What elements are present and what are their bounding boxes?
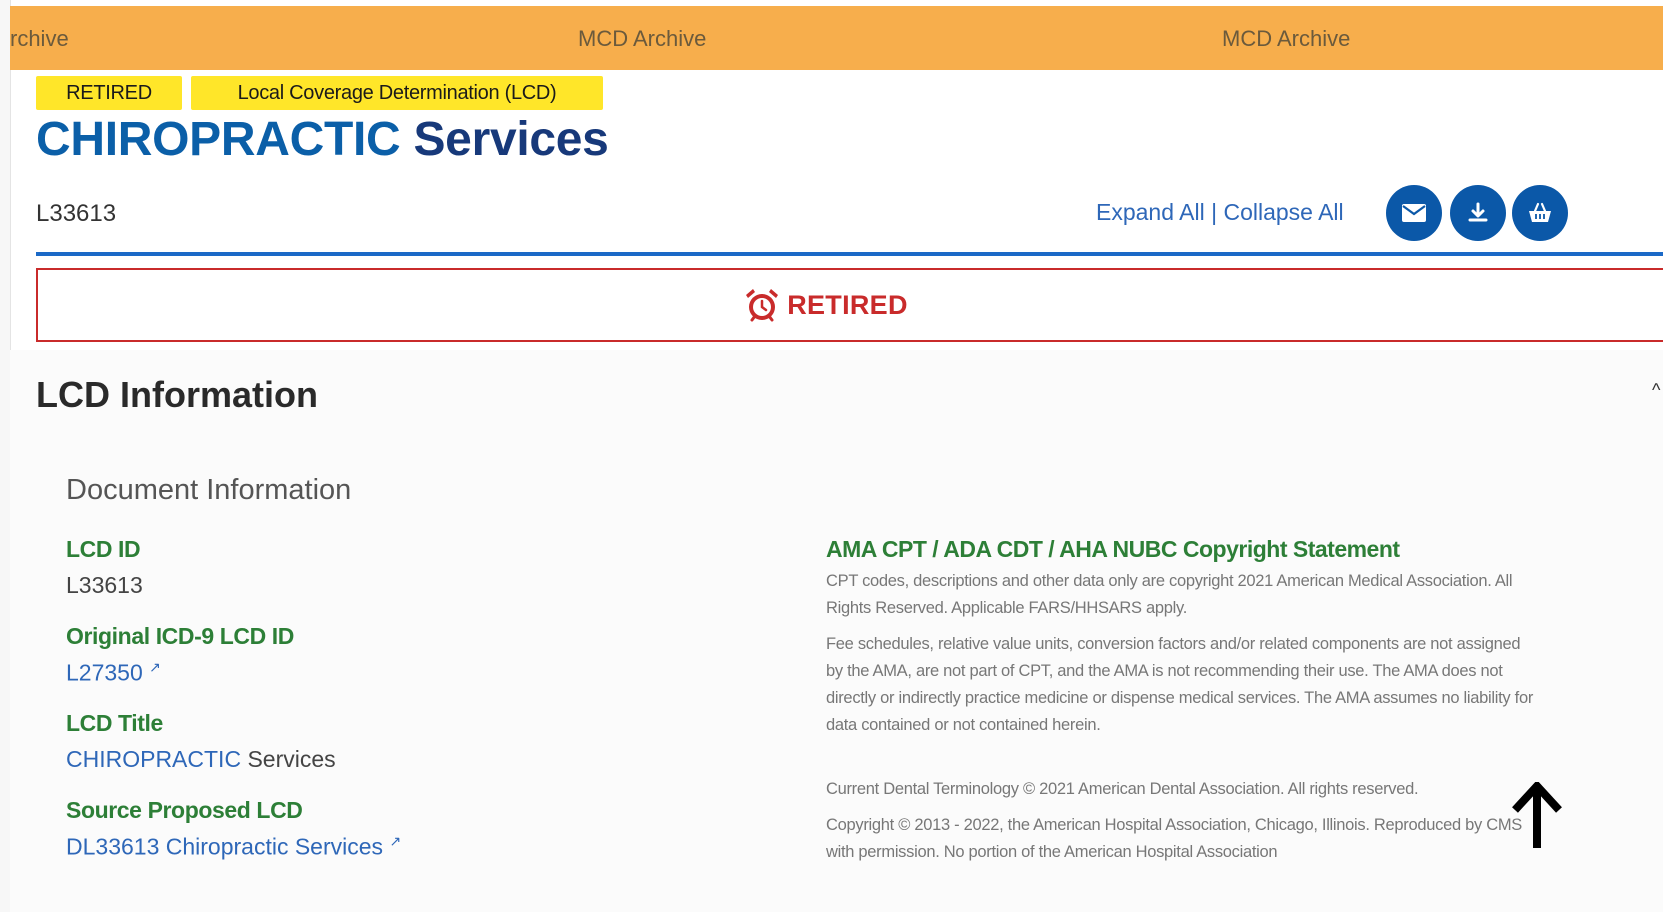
lcd-id-label: LCD ID — [66, 536, 141, 562]
page-title: CHIROPRACTIC Services — [36, 112, 609, 167]
separator: | — [1211, 199, 1218, 225]
lcd-title-part1: CHIROPRACTIC — [66, 746, 242, 772]
banner-text: rchive — [10, 26, 69, 51]
retired-status-label: RETIRED — [787, 289, 908, 320]
lcd-title-part2: Services — [247, 746, 336, 772]
icd9-label: Original ICD-9 LCD ID — [66, 623, 295, 649]
source-proposed-link-text[interactable]: DL33613 Chiropractic Services — [66, 834, 383, 860]
retired-badge: RETIRED — [36, 76, 182, 110]
copyright-paragraph: Fee schedules, relative value units, con… — [826, 635, 1534, 734]
source-proposed-label: Source Proposed LCD — [66, 797, 303, 823]
expand-all-link[interactable]: Expand All — [1096, 199, 1205, 225]
envelope-icon — [1402, 204, 1426, 222]
expand-collapse-controls: Expand All | Collapse All — [1096, 199, 1344, 226]
archive-banner: rchive MCD Archive MCD Archive — [10, 6, 1663, 70]
chevron-up-icon[interactable]: ^ — [1652, 380, 1660, 401]
alarm-clock-icon — [746, 289, 779, 322]
banner-text: MCD Archive — [578, 26, 707, 51]
copyright-paragraph: Copyright © 2013 - 2022, the American Ho… — [826, 816, 1522, 861]
icd9-link-text[interactable]: L27350 — [66, 660, 143, 686]
document-id: L33613 — [36, 200, 117, 227]
collapse-all-link[interactable]: Collapse All — [1223, 199, 1343, 225]
copyright-paragraph: Current Dental Terminology © 2021 Americ… — [826, 780, 1419, 798]
subsection-title: Document Information — [66, 474, 352, 506]
source-proposed-link[interactable]: DL33613 Chiropractic Services ↗ — [66, 833, 401, 861]
lcd-title-value: CHIROPRACTIC Services — [66, 746, 336, 773]
lcd-id-value: L33613 — [66, 572, 143, 598]
external-link-icon: ↗ — [389, 833, 402, 849]
lcd-title-label: LCD Title — [66, 710, 163, 736]
header-divider — [36, 252, 1663, 256]
basket-button[interactable] — [1512, 185, 1568, 241]
section-title[interactable]: LCD Information — [36, 374, 318, 416]
download-icon — [1468, 202, 1488, 222]
lcd-type-badge: Local Coverage Determination (LCD) — [191, 76, 603, 110]
scroll-to-top-button[interactable] — [1506, 782, 1568, 854]
page-title-part1: CHIROPRACTIC — [36, 113, 401, 166]
copyright-paragraph: CPT codes, descriptions and other data o… — [826, 572, 1513, 617]
download-button[interactable] — [1450, 185, 1506, 241]
banner-text: MCD Archive — [1222, 26, 1351, 51]
page-title-part2: Services — [413, 113, 609, 166]
copyright-heading: AMA CPT / ADA CDT / AHA NUBC Copyright S… — [826, 536, 1400, 562]
arrow-up-icon — [1512, 782, 1562, 848]
retired-status-banner: RETIRED — [36, 268, 1663, 342]
basket-icon — [1529, 202, 1551, 222]
external-link-icon: ↗ — [149, 659, 161, 675]
email-button[interactable] — [1386, 185, 1442, 241]
icd9-link[interactable]: L27350 ↗ — [66, 659, 161, 687]
